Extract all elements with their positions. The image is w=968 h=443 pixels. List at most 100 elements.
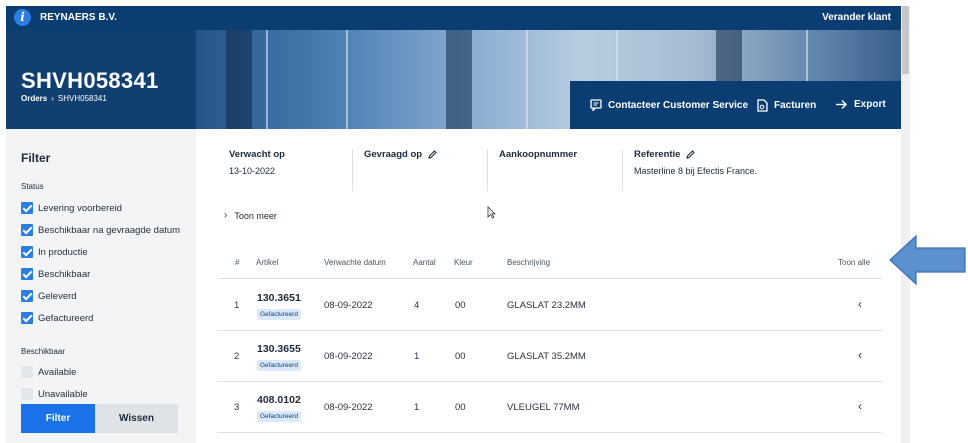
description: GLASLAT 35.2MM (507, 351, 586, 362)
page-title: SHVH058341 (21, 68, 159, 93)
contact-customer-service-button[interactable]: Contacteer Customer Service (590, 99, 748, 111)
contact-label: Contacteer Customer Service (608, 99, 749, 111)
quantity: 1 (414, 351, 420, 362)
expected-date-value: 13-10-2022 (229, 166, 276, 176)
checkbox-label: Unavailable (38, 388, 88, 400)
top-bar: i REYNAERS B.V. Verander klant (6, 6, 901, 30)
checkbox-unchecked-icon[interactable] (21, 388, 33, 400)
checkbox-label: Beschikbaar (38, 268, 91, 280)
quantity: 1 (414, 402, 420, 413)
description: GLASLAT 23.2MM (507, 300, 586, 311)
checkbox-label: Levering voorbereid (38, 202, 122, 214)
window-frame (266, 30, 268, 129)
row-number: 3 (234, 402, 240, 413)
checkbox-checked-icon[interactable] (21, 312, 33, 324)
window-frame (346, 30, 348, 129)
description: VLEUGEL 77MM (507, 402, 580, 413)
checkbox-checked-icon[interactable] (21, 268, 33, 280)
orders-app: i REYNAERS B.V. Verander klant SHVH05834… (0, 0, 968, 443)
status-checkbox[interactable]: Geleverd (21, 289, 77, 303)
export-label: Export (854, 99, 886, 110)
filter-button[interactable]: Filter (21, 404, 95, 433)
invoices-label: Facturen (774, 100, 817, 111)
chevron-left-icon[interactable]: ‹ (858, 348, 862, 362)
requested-date-field: Gevraagd op (364, 149, 437, 199)
purchase-number-label: Aankoopnummer (499, 149, 578, 160)
divider (352, 149, 353, 191)
checkbox-checked-icon[interactable] (21, 290, 33, 302)
col-header-quantity: Aantal (413, 258, 436, 267)
invoices-button[interactable]: Facturen (757, 99, 816, 112)
availability-checkbox[interactable]: Available (21, 365, 76, 379)
status-badge: Gefactureerd (257, 309, 301, 320)
annotation-arrow-icon (889, 234, 966, 286)
reference-label: Referentie (634, 149, 681, 160)
header-divider (218, 278, 882, 279)
purchase-number-field: Aankoopnummer (499, 149, 577, 199)
invoice-icon (757, 99, 768, 112)
chevron-right-icon: › (224, 210, 228, 221)
checkbox-checked-icon[interactable] (21, 202, 33, 214)
expected-date: 08-09-2022 (324, 402, 373, 413)
chevron-left-icon[interactable]: ‹ (858, 399, 862, 413)
row-divider (218, 432, 882, 433)
show-all-link[interactable]: Toon alle (838, 258, 870, 267)
info-icon[interactable]: i (14, 9, 31, 26)
expected-date: 08-09-2022 (324, 351, 373, 362)
vertical-scrollbar[interactable] (901, 6, 910, 443)
col-header-article: Artikel (256, 258, 279, 267)
show-more-label: Toon meer (234, 210, 277, 221)
change-customer-link[interactable]: Verander klant (822, 12, 891, 23)
article-number: 130.3655 (257, 343, 301, 355)
divider (487, 149, 488, 191)
reference-field: Referentie Masterline 8 bij Efectis Fran… (634, 149, 757, 199)
expected-date: 08-09-2022 (324, 300, 373, 311)
chevron-left-icon[interactable]: ‹ (858, 297, 862, 311)
export-icon (836, 100, 847, 109)
breadcrumb-orders[interactable]: Orders (21, 94, 47, 103)
checkbox-checked-icon[interactable] (21, 224, 33, 236)
facade-column (226, 30, 252, 129)
row-divider (218, 330, 882, 331)
action-bar: Contacteer Customer Service Facturen Exp… (570, 81, 901, 129)
article-number: 130.3651 (257, 292, 301, 304)
status-checkbox[interactable]: Beschikbaar na gevraagde datum (21, 223, 180, 237)
checkbox-unchecked-icon[interactable] (21, 366, 33, 378)
col-header-number: # (235, 258, 240, 267)
breadcrumb-current: SHVH058341 (57, 94, 107, 103)
pencil-icon[interactable] (686, 150, 696, 159)
filter-sidebar: Filter Status Levering voorbereid Beschi… (6, 129, 196, 443)
status-checkbox[interactable]: Gefactureerd (21, 311, 93, 325)
row-number: 1 (234, 300, 240, 311)
status-badge: Gefactureerd (257, 360, 301, 371)
col-header-description: Beschrijving (507, 258, 551, 267)
chevron-right-icon: › (51, 94, 54, 103)
expected-date-field: Verwacht op 13-10-2022 (229, 149, 285, 199)
color-code: 00 (455, 402, 466, 413)
order-details: Verwacht op 13-10-2022 Gevraagd op Aanko… (196, 129, 901, 443)
checkbox-label: Gefactureerd (38, 312, 94, 324)
chat-icon (590, 99, 602, 111)
checkbox-label: Geleverd (38, 290, 77, 302)
clear-button[interactable]: Wissen (95, 404, 178, 433)
scrollbar-thumb[interactable] (902, 6, 909, 74)
checkbox-checked-icon[interactable] (21, 246, 33, 258)
breadcrumb: Orders › SHVH058341 (21, 94, 107, 103)
company-name: REYNAERS B.V. (40, 12, 117, 23)
row-divider (218, 381, 882, 382)
color-code: 00 (455, 351, 466, 362)
status-checkbox[interactable]: In productie (21, 245, 88, 259)
reference-value: Masterline 8 bij Efectis France. (634, 166, 758, 176)
checkbox-label: Beschikbaar na gevraagde datum (38, 224, 181, 236)
status-checkbox[interactable]: Levering voorbereid (21, 201, 122, 215)
status-badge: Gefactureerd (257, 411, 301, 422)
show-more-toggle[interactable]: › Toon meer (224, 210, 277, 221)
status-checkbox[interactable]: Beschikbaar (21, 267, 90, 281)
export-button[interactable]: Export (835, 99, 886, 110)
row-number: 2 (234, 351, 240, 362)
divider (622, 149, 623, 191)
availability-checkbox[interactable]: Unavailable (21, 387, 88, 401)
facade-column (446, 30, 472, 129)
pencil-icon[interactable] (428, 150, 437, 159)
col-header-expected-date: Verwachte datum (324, 258, 386, 267)
